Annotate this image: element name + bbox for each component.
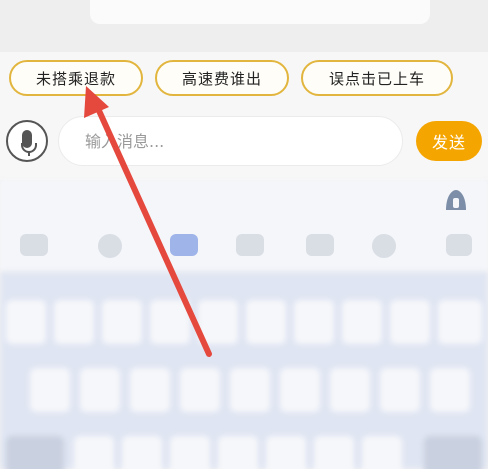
keyboard-key[interactable] bbox=[390, 300, 430, 344]
keyboard-key[interactable] bbox=[438, 300, 482, 344]
message-input[interactable] bbox=[58, 116, 403, 166]
keyboard-key[interactable] bbox=[54, 300, 94, 344]
keyboard-tool-icon[interactable] bbox=[306, 234, 334, 256]
keyboard-key[interactable] bbox=[130, 368, 170, 412]
keyboard-key[interactable] bbox=[362, 436, 402, 469]
keyboard-tool-icon[interactable] bbox=[446, 234, 472, 256]
keyboard-key[interactable] bbox=[80, 368, 120, 412]
keyboard-key[interactable] bbox=[294, 300, 334, 344]
keyboard-tool-icon[interactable] bbox=[170, 234, 198, 256]
keyboard-key[interactable] bbox=[74, 436, 114, 469]
keyboard-key[interactable] bbox=[30, 368, 70, 412]
keyboard-key[interactable] bbox=[330, 368, 370, 412]
keyboard-key[interactable] bbox=[424, 436, 482, 469]
keyboard-tool-icon[interactable] bbox=[98, 234, 122, 258]
keyboard-key[interactable] bbox=[180, 368, 220, 412]
keyboard-toolbar bbox=[0, 180, 488, 272]
keyboard-key[interactable] bbox=[342, 300, 382, 344]
quick-reply-bar: 未搭乘退款 高速费谁出 误点击已上车 bbox=[0, 52, 488, 108]
keyboard-key[interactable] bbox=[198, 300, 238, 344]
keyboard-key[interactable] bbox=[218, 436, 258, 469]
chat-history-area bbox=[0, 0, 488, 52]
keyboard-key[interactable] bbox=[430, 368, 470, 412]
quick-reply-not-boarded-refund[interactable]: 未搭乘退款 bbox=[9, 60, 143, 96]
keyboard-key[interactable] bbox=[122, 436, 162, 469]
keyboard-tool-icon[interactable] bbox=[20, 234, 48, 256]
quick-reply-mistaken-boarded[interactable]: 误点击已上车 bbox=[301, 60, 453, 96]
keyboard-tool-icon[interactable] bbox=[236, 234, 264, 256]
message-bubble bbox=[90, 0, 430, 24]
keyboard-tool-icon[interactable] bbox=[372, 234, 396, 258]
keyboard bbox=[0, 272, 488, 469]
keyboard-key[interactable] bbox=[266, 436, 306, 469]
keyboard-brand-icon[interactable] bbox=[442, 188, 470, 212]
voice-input-button[interactable] bbox=[6, 120, 48, 162]
keyboard-key[interactable] bbox=[246, 300, 286, 344]
keyboard-key[interactable] bbox=[170, 436, 210, 469]
keyboard-key[interactable] bbox=[102, 300, 142, 344]
keyboard-key[interactable] bbox=[150, 300, 190, 344]
keyboard-key[interactable] bbox=[314, 436, 354, 469]
keyboard-key[interactable] bbox=[380, 368, 420, 412]
send-button[interactable]: 发送 bbox=[416, 121, 482, 161]
keyboard-key[interactable] bbox=[230, 368, 270, 412]
keyboard-key[interactable] bbox=[6, 436, 64, 469]
keyboard-key[interactable] bbox=[6, 300, 46, 344]
keyboard-key[interactable] bbox=[280, 368, 320, 412]
quick-reply-highway-fee[interactable]: 高速费谁出 bbox=[155, 60, 289, 96]
message-composer: 发送 bbox=[0, 108, 488, 180]
